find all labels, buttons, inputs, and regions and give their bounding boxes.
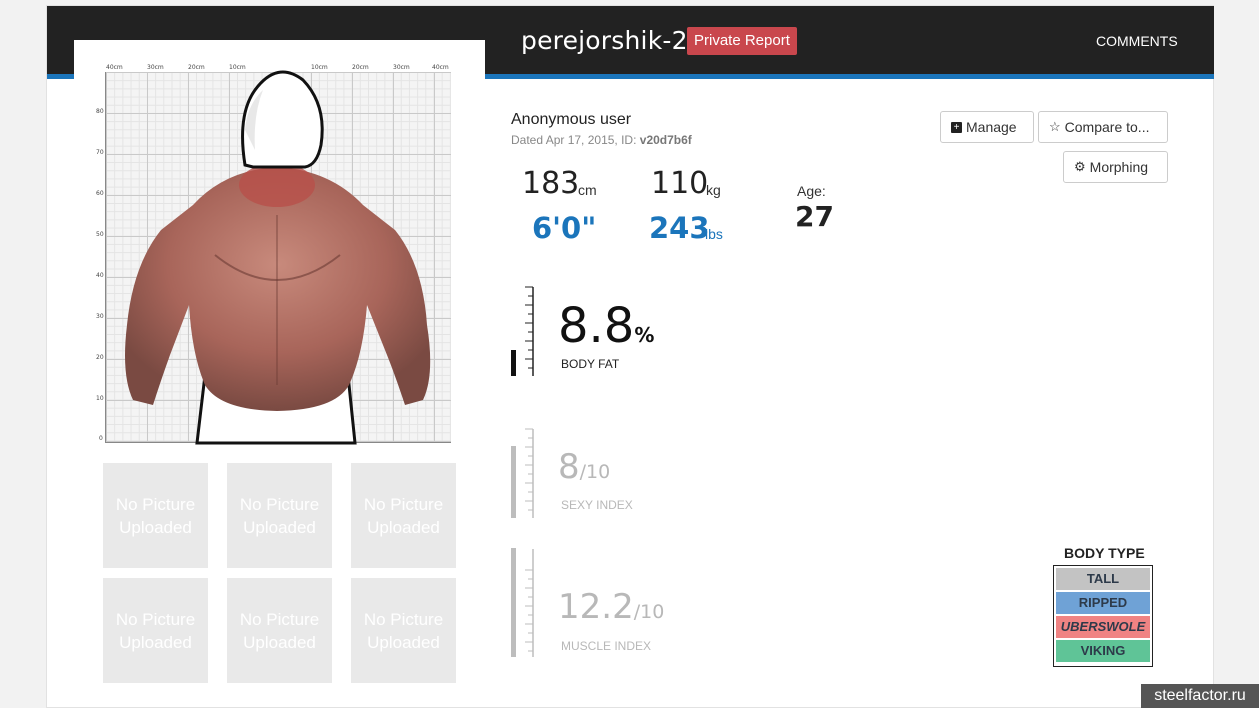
gears-icon: ⚙ — [1074, 159, 1086, 174]
morphing-label: Morphing — [1089, 159, 1149, 175]
muscle-index-label: MUSCLE INDEX — [561, 639, 652, 653]
body-type-title: BODY TYPE — [1064, 545, 1145, 561]
thumbnail-placeholder[interactable]: No Picture Uploaded — [351, 578, 456, 683]
plus-square-icon: + — [951, 121, 962, 133]
thumbnail-placeholder[interactable]: No Picture Uploaded — [103, 463, 208, 568]
ruler-left-label: 60 — [96, 190, 104, 197]
ruler-left-label: 70 — [96, 149, 104, 156]
weight-kg: 110 — [651, 166, 709, 201]
ruler-left-label: 50 — [96, 231, 104, 238]
sexy-index-unit: /10 — [579, 461, 611, 483]
muscle-index-gauge — [511, 548, 534, 657]
height-ft: 6'0" — [532, 211, 597, 245]
age-label: Age: — [797, 183, 826, 199]
report-date: Dated Apr 17, 2015, ID: v20d7b6f — [511, 133, 692, 147]
sexy-index-value: 8/10 — [558, 447, 611, 487]
report-id: v20d7b6f — [639, 133, 692, 147]
report-title: perejorshik-2 — [521, 26, 688, 55]
body-fat-gauge — [511, 286, 534, 376]
body-type-ripped: RIPPED — [1056, 592, 1150, 614]
ruler-left-label: 30 — [96, 313, 104, 320]
compare-button[interactable]: ☆ Compare to... — [1038, 111, 1168, 143]
ruler-left-label: 0 — [99, 435, 103, 442]
user-name: Anonymous user — [511, 111, 632, 128]
sexy-index-gauge — [511, 428, 534, 518]
ruler-left-label: 40 — [96, 272, 104, 279]
ruler-left-label: 80 — [96, 108, 104, 115]
body-type-uberswole: UBERSWOLE — [1056, 616, 1150, 638]
compare-label: Compare to... — [1064, 119, 1150, 135]
body-type-tall: TALL — [1056, 568, 1150, 590]
weight-lbs-unit: lbs — [705, 226, 723, 242]
thumbnail-placeholder[interactable]: No Picture Uploaded — [227, 463, 332, 568]
muscle-index-value: 12.2/10 — [558, 587, 665, 627]
weight-lbs: 243 — [649, 211, 710, 245]
age-value: 27 — [795, 200, 834, 233]
manage-button[interactable]: + Manage — [940, 111, 1034, 143]
morphing-button[interactable]: ⚙ Morphing — [1063, 151, 1168, 183]
ruler-left-label: 20 — [96, 354, 104, 361]
sexy-index-label: SEXY INDEX — [561, 498, 633, 512]
body-fat-label: BODY FAT — [561, 357, 620, 371]
height-cm: 183 — [522, 166, 580, 201]
height-cm-unit: cm — [578, 182, 597, 198]
body-fat-value: 8.8% — [558, 298, 655, 354]
date-text: Dated Apr 17, 2015, ID: — [511, 133, 637, 147]
body-figure — [125, 70, 431, 445]
thumbnail-placeholder[interactable]: No Picture Uploaded — [103, 578, 208, 683]
weight-kg-unit: kg — [706, 182, 721, 198]
star-icon: ☆ — [1049, 119, 1061, 134]
thumbnail-placeholder[interactable]: No Picture Uploaded — [351, 463, 456, 568]
manage-label: Manage — [966, 119, 1017, 135]
comments-link[interactable]: COMMENTS — [1096, 33, 1178, 49]
body-type-viking: VIKING — [1056, 640, 1150, 662]
thumbnail-placeholder[interactable]: No Picture Uploaded — [227, 578, 332, 683]
body-type-box: TALL RIPPED UBERSWOLE VIKING — [1053, 565, 1153, 667]
muscle-index-unit: /10 — [633, 601, 665, 623]
body-fat-unit: % — [634, 323, 655, 347]
ruler-left-label: 10 — [96, 395, 104, 402]
watermark: steelfactor.ru — [1141, 684, 1259, 708]
private-report-badge: Private Report — [687, 27, 797, 55]
